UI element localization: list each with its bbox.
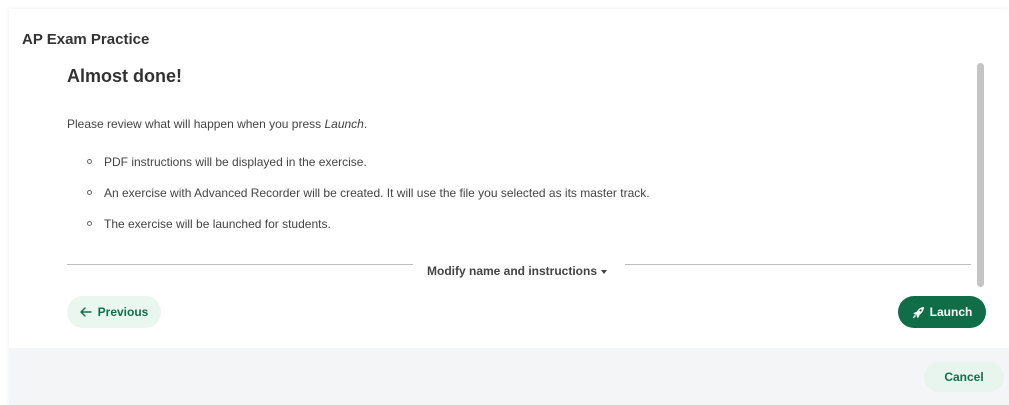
bullet-icon [87, 190, 92, 195]
caret-down-icon [601, 269, 608, 274]
modify-label: Modify name and instructions [427, 264, 598, 278]
page-heading: Almost done! [67, 66, 182, 86]
modify-name-instructions-toggle[interactable]: Modify name and instructions [427, 264, 608, 278]
launch-steps-list: PDF instructions will be displayed in th… [67, 155, 650, 248]
previous-button-label: Previous [97, 305, 149, 319]
divider-left [67, 264, 413, 265]
bullet-icon [87, 159, 92, 164]
launch-button[interactable]: Launch [898, 296, 986, 328]
intro-suffix: . [363, 117, 368, 131]
list-item: The exercise will be launched for studen… [67, 217, 650, 248]
launch-button-label: Launch [929, 305, 973, 319]
intro-emphasis: Launch [324, 117, 364, 131]
list-item-text: The exercise will be launched for studen… [104, 217, 331, 231]
list-item-text: PDF instructions will be displayed in th… [104, 155, 367, 169]
review-intro-text: Please review what will happen when you … [67, 117, 367, 131]
modal-body: Almost done! Please review what will hap… [9, 61, 1009, 348]
list-item: PDF instructions will be displayed in th… [67, 155, 650, 186]
rocket-icon [912, 306, 925, 319]
modal-footer: Cancel [9, 348, 1009, 405]
cancel-button[interactable]: Cancel [924, 362, 1004, 392]
previous-button[interactable]: Previous [67, 296, 161, 328]
list-item-text: An exercise with Advanced Recorder will … [104, 186, 650, 200]
modal-title: AP Exam Practice [22, 31, 150, 48]
list-item: An exercise with Advanced Recorder will … [67, 186, 650, 217]
divider-right [625, 264, 971, 265]
intro-prefix: Please review what will happen when you … [67, 117, 325, 131]
arrow-left-icon [79, 307, 92, 317]
vertical-scrollbar[interactable] [977, 63, 984, 287]
modal-dialog: AP Exam Practice Almost done! Please rev… [9, 9, 1009, 405]
bullet-icon [87, 221, 92, 226]
